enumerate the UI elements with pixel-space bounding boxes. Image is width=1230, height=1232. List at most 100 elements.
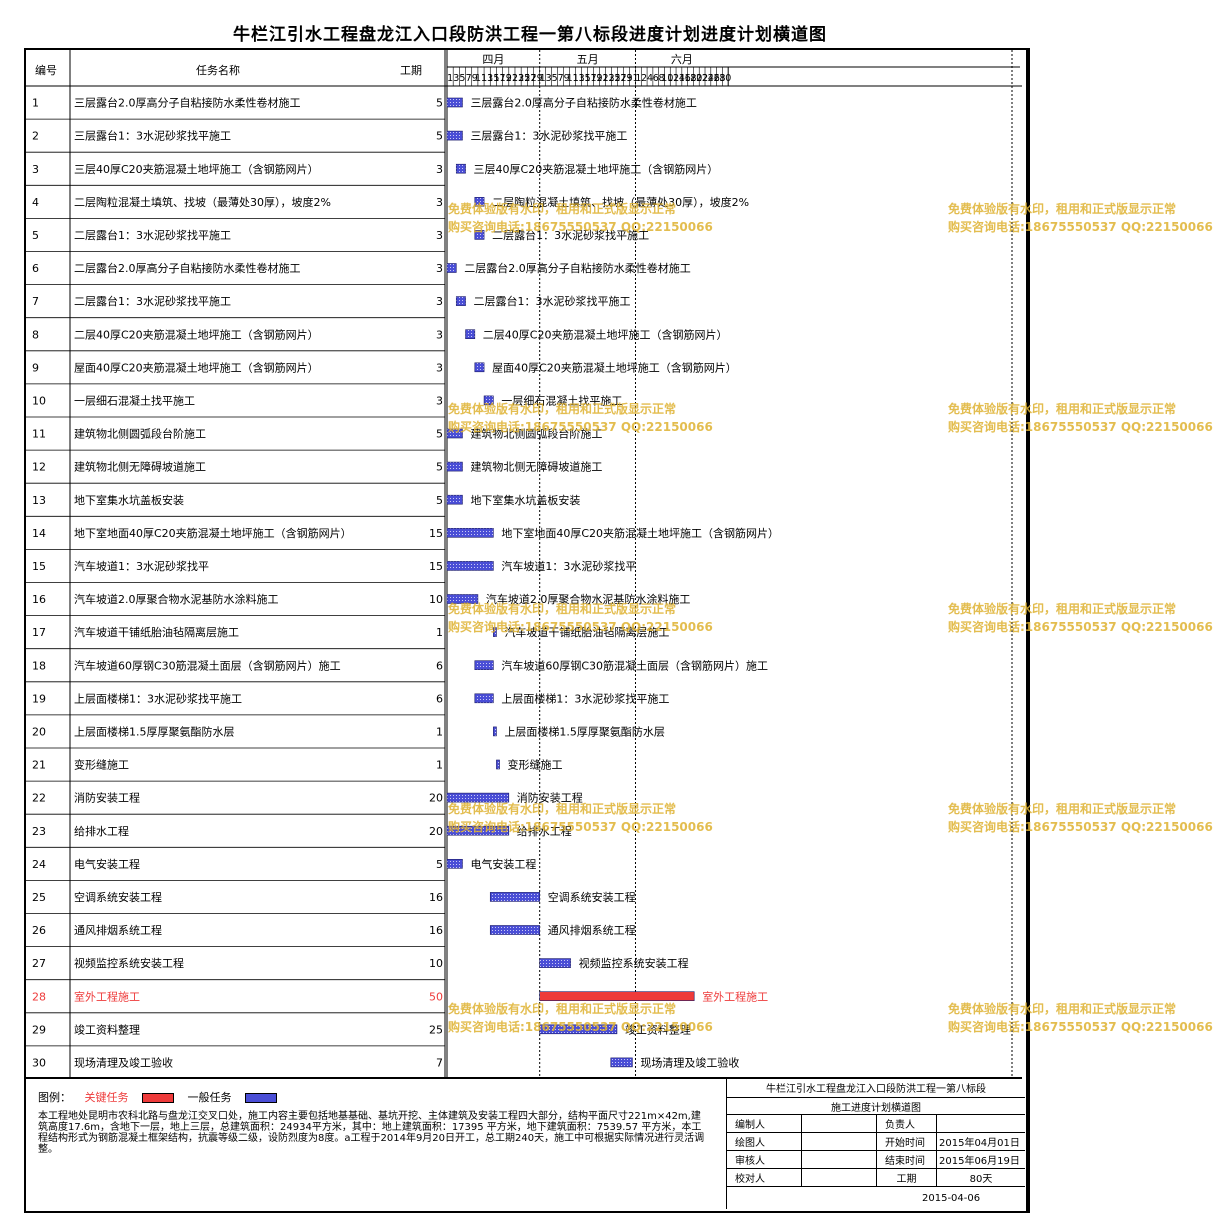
task-duration: 5 [436,97,443,110]
task-duration: 3 [436,361,443,374]
task-name: 三层40厚C20夹筋混凝土地坪施工（含钢筋网片） [74,162,319,176]
task-id: 24 [32,858,46,871]
task-bar-label: 消防安装工程 [517,791,583,805]
task-duration: 10 [429,593,443,606]
task-id: 4 [32,196,39,209]
task-bar [446,461,463,472]
task-duration: 20 [429,792,443,805]
task-name: 建筑物北侧无障碍坡道施工 [74,460,206,474]
task-name: 二层陶粒混凝土填筑、找坡（最薄处30厚），坡度2% [74,195,331,209]
task-bar [474,660,494,671]
task-name: 地下室地面40厚C20夹筋混凝土地坪施工（含钢筋网片） [74,526,352,540]
task-bar-label: 二层露台1：3水泥砂浆找平施工 [474,294,631,308]
task-name: 电气安装工程 [74,857,140,871]
task-id: 26 [32,924,46,937]
task-id: 19 [32,692,46,705]
task-id: 11 [32,428,46,441]
task-name: 变形缝施工 [74,758,129,772]
title-block-subtitle: 施工进度计划横道图 [831,1102,921,1114]
task-duration: 5 [436,494,443,507]
task-duration: 3 [436,262,443,275]
end-value: 2015年06月19日 [939,1156,1020,1167]
task-name: 汽车坡道干铺纸胎油毡隔离层施工 [74,625,239,639]
day-label: 3 [453,73,459,84]
task-bar-label: 汽车坡道2.0厚聚合物水泥基防水涂料施工 [486,592,691,606]
editor-label: 编制人 [727,1115,802,1132]
header-id: 编号 [35,63,57,77]
day-label: 7 [466,73,472,84]
task-duration: 20 [429,825,443,838]
task-bar [455,296,466,306]
reviewer-label: 审核人 [727,1151,802,1168]
task-bar-label: 汽车坡道60厚钢C30筋混凝土面层（含钢筋网片）施工 [501,658,768,672]
task-name: 通风排烟系统工程 [74,923,162,937]
task-name: 二层露台1：3水泥砂浆找平施工 [74,294,231,308]
task-bar-label: 二层露台2.0厚高分子自粘接防水柔性卷材施工 [464,261,691,275]
task-bar [446,494,463,505]
task-bar-label: 三层露台1：3水泥砂浆找平施工 [470,129,627,143]
task-name: 空调系统安装工程 [74,890,162,904]
task-bar-label: 三层露台2.0厚高分子自粘接防水柔性卷材施工 [470,96,697,110]
task-name: 上层面楼梯1.5厚厚聚氨酯防水层 [74,724,235,738]
task-id: 14 [32,527,46,540]
task-bar-label: 三层40厚C20夹筋混凝土地坪施工（含钢筋网片） [474,162,719,176]
task-bar [446,527,494,538]
task-bar-label: 二层40厚C20夹筋混凝土地坪施工（含钢筋网片） [483,327,728,341]
task-bar [446,97,463,108]
task-duration: 7 [436,1056,443,1069]
task-id: 13 [32,494,46,507]
task-duration: 3 [436,394,443,407]
task-bar-label: 上层面楼梯1.5厚厚聚氨酯防水层 [504,724,665,738]
task-bar [496,759,500,770]
task-bar [539,1024,618,1035]
task-name: 地下室集水坑盖板安装 [74,493,184,507]
task-id: 8 [32,328,39,341]
task-name: 汽车坡道2.0厚聚合物水泥基防水涂料施工 [74,592,279,606]
task-id: 2 [32,130,39,143]
task-bar [446,130,463,141]
task-name: 一层细石混凝土找平施工 [74,393,195,407]
task-bar [446,594,479,604]
task-duration: 50 [429,990,443,1003]
task-bar [446,428,463,439]
task-name: 汽车坡道60厚钢C30筋混凝土面层（含钢筋网片）施工 [74,658,341,672]
task-bar-label: 建筑物北侧圆弧段台阶施工 [470,427,602,441]
task-name: 屋面40厚C20夹筋混凝土地坪施工（含钢筋网片） [74,360,319,374]
task-duration: 3 [436,295,443,308]
legend-normal-label: 一般任务 [187,1091,232,1104]
task-duration: 1 [436,725,443,738]
day-label: 1 [447,73,453,84]
month-label: 五月 [577,53,599,66]
task-duration: 5 [436,858,443,871]
task-id: 23 [32,825,46,838]
task-duration: 16 [429,924,443,937]
task-id: 10 [32,394,46,407]
end-label: 结束时间 [877,1151,937,1168]
header-name: 任务名称 [196,63,240,77]
task-bar-label: 汽车坡道1：3水泥砂浆找平 [501,559,636,573]
task-bar-label: 汽车坡道干铺纸胎油毡隔离层施工 [504,625,669,639]
task-name: 消防安装工程 [74,791,140,805]
task-duration: 25 [429,1023,443,1036]
task-bar [474,230,485,240]
task-name: 三层露台1：3水泥砂浆找平施工 [74,129,231,143]
task-name: 汽车坡道1：3水泥砂浆找平 [74,559,209,573]
start-value: 2015年04月01日 [939,1138,1020,1149]
day-label: 30 [719,73,731,84]
gantt-chart: 编号 任务名称 工期四月1 3 5 7 911131517192123252729五月1 3 5… [26,50,1022,1079]
checker-value [802,1169,877,1186]
task-name: 建筑物北侧圆弧段台阶施工 [74,427,206,441]
task-id: 1 [32,97,39,110]
owner-value [937,1115,1025,1132]
duration-value: 80天 [969,1174,993,1185]
task-bar-label: 屋面40厚C20夹筋混凝土地坪施工（含钢筋网片） [492,360,737,374]
task-bar [474,693,494,704]
day-label: 5 [459,73,465,84]
task-id: 25 [32,891,46,904]
task-bar [539,958,571,968]
task-bar-label: 二层露台1：3水泥砂浆找平施工 [492,228,649,242]
task-bar [474,197,485,207]
task-bar [446,561,494,571]
task-duration: 1 [436,626,443,639]
task-name: 竣工资料整理 [74,1022,140,1036]
